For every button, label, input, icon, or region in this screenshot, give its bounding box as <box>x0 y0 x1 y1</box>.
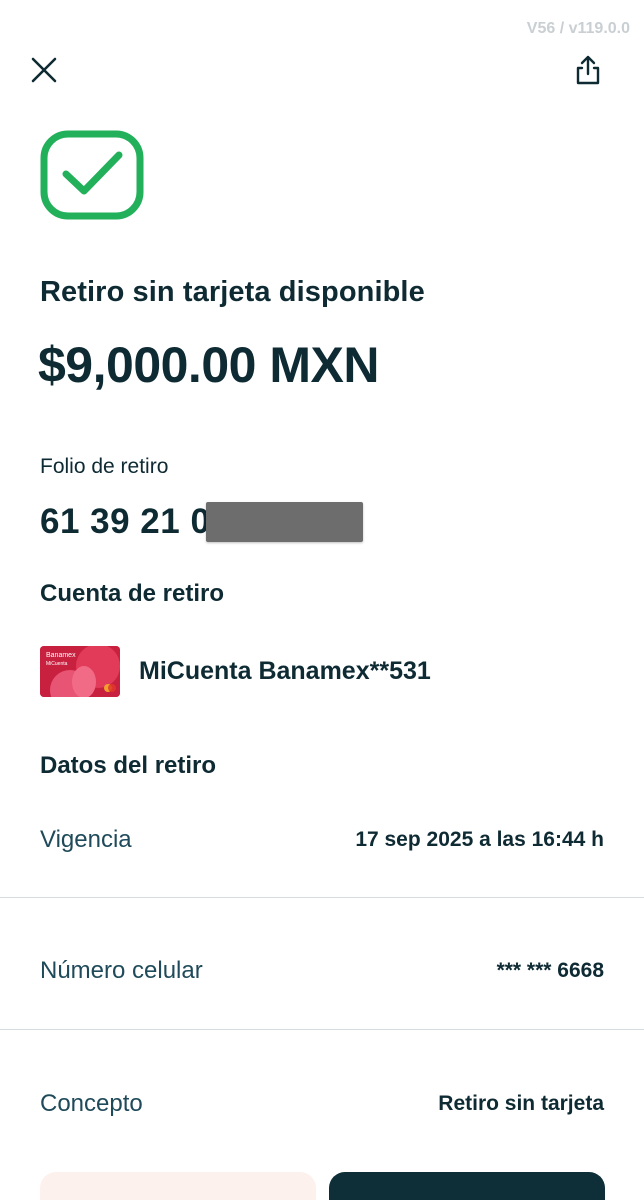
card-thumbnail: Banamex MiCuenta <box>40 646 120 697</box>
section-heading-cuenta: Cuenta de retiro <box>40 580 225 607</box>
account-name: MiCuenta Banamex**531 <box>139 657 431 685</box>
detail-row-concepto: Concepto Retiro sin tarjeta <box>0 1074 644 1134</box>
redaction-block <box>206 502 363 542</box>
card-brand-text: Banamex <box>46 652 76 659</box>
check-icon <box>40 130 144 220</box>
secondary-action-button[interactable] <box>40 1172 316 1200</box>
detail-value: Retiro sin tarjeta <box>438 1092 604 1115</box>
detail-label: Concepto <box>40 1090 143 1117</box>
divider <box>0 897 644 898</box>
card-product-text: MiCuenta <box>46 661 68 667</box>
account-item[interactable]: Banamex MiCuenta MiCuenta Banamex**531 <box>40 646 431 697</box>
close-button[interactable] <box>20 46 68 94</box>
detail-label: Vigencia <box>40 826 132 853</box>
detail-row-celular: Número celular *** *** 6668 <box>0 941 644 1001</box>
share-button[interactable] <box>564 46 612 94</box>
primary-action-button[interactable] <box>329 1172 605 1200</box>
close-icon <box>31 57 57 83</box>
folio-value: 61 39 21 0 <box>40 502 211 541</box>
detail-row-vigencia: Vigencia 17 sep 2025 a las 16:44 h <box>0 810 644 870</box>
detail-label: Número celular <box>40 957 203 984</box>
section-heading-datos: Datos del retiro <box>40 752 217 779</box>
success-check-badge <box>40 130 144 220</box>
detail-value: 17 sep 2025 a las 16:44 h <box>355 828 604 851</box>
folio-label: Folio de retiro <box>40 455 169 478</box>
withdrawal-amount: $9,000.00 MXN <box>38 337 379 393</box>
page-title: Retiro sin tarjeta disponible <box>40 276 425 308</box>
share-icon <box>576 55 600 85</box>
detail-value: *** *** 6668 <box>496 959 604 982</box>
version-tag: V56 / v119.0.0 <box>526 20 630 37</box>
divider <box>0 1029 644 1030</box>
